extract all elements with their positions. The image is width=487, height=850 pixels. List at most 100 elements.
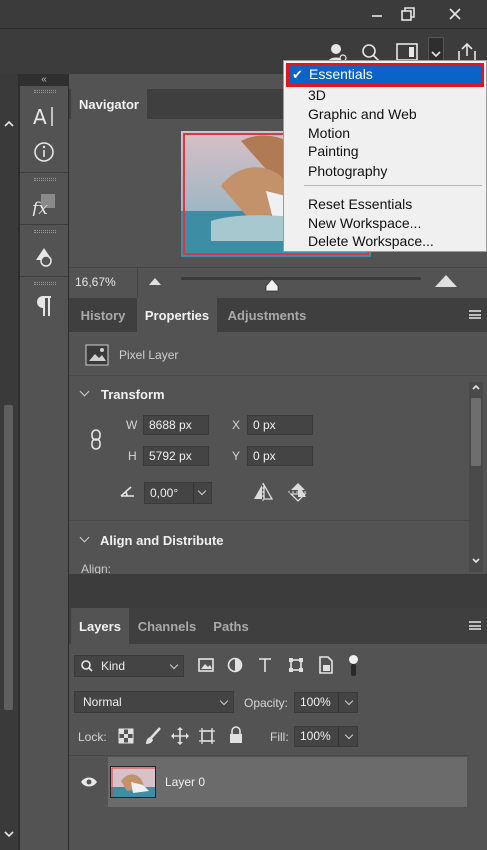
minimize-icon: [372, 15, 382, 17]
align-title[interactable]: Align and Distribute: [100, 533, 224, 548]
character-panel-button[interactable]: A: [20, 102, 68, 130]
tab-history[interactable]: History: [71, 298, 135, 332]
close-button[interactable]: [435, 0, 475, 28]
x-label: X: [232, 418, 241, 432]
filter-type-icon[interactable]: [258, 657, 272, 673]
layer-type-label: Pixel Layer: [119, 348, 179, 362]
transform-title[interactable]: Transform: [101, 387, 165, 402]
menu-item-delete-workspace[interactable]: Delete Workspace...: [308, 232, 434, 250]
fill-label: Fill:: [270, 730, 289, 744]
x-field[interactable]: 0 px: [247, 415, 313, 435]
layer-row[interactable]: Layer 0: [108, 757, 467, 807]
filter-adjustment-icon[interactable]: [227, 657, 243, 673]
zoom-value[interactable]: 16,67%: [75, 275, 116, 289]
collapse-panels-button[interactable]: «: [19, 74, 69, 86]
tab-layers[interactable]: Layers: [71, 608, 129, 644]
blend-mode-dropdown[interactable]: Normal: [74, 691, 234, 713]
panel-grip[interactable]: [34, 230, 56, 233]
character-icon: A: [33, 105, 53, 128]
chevron-down-icon[interactable]: [4, 830, 14, 838]
tab-properties[interactable]: Properties: [137, 298, 217, 332]
panel-grip[interactable]: [34, 90, 56, 93]
paragraph-panel-button[interactable]: [20, 292, 68, 320]
menu-item-painting[interactable]: Painting: [308, 142, 359, 160]
menu-item-reset-essentials[interactable]: Reset Essentials: [308, 195, 412, 213]
filter-toggle-knob: [349, 655, 358, 664]
y-field[interactable]: 0 px: [247, 446, 313, 466]
menu-separator: [304, 185, 482, 186]
panel-divider: [69, 574, 487, 608]
properties-tabbar: History Properties Adjustments: [69, 298, 487, 332]
tab-channels[interactable]: Channels: [131, 608, 203, 644]
chevron-up-icon[interactable]: [472, 384, 480, 390]
menu-item-new-workspace[interactable]: New Workspace...: [308, 214, 421, 232]
properties-panel-menu-icon[interactable]: [469, 310, 481, 319]
filter-smart-object-icon[interactable]: [318, 656, 334, 674]
angle-icon: [120, 486, 134, 497]
zoom-slider-handle[interactable]: [265, 278, 279, 292]
icon-strip: A fx: [19, 86, 69, 850]
filter-shape-icon[interactable]: [288, 657, 304, 673]
chevron-up-icon[interactable]: [4, 120, 14, 128]
lock-all-icon[interactable]: [228, 726, 244, 744]
lock-image-pixels-icon[interactable]: [144, 727, 162, 745]
properties-scrollbar[interactable]: [469, 382, 483, 572]
angle-field[interactable]: 0,00°: [144, 482, 212, 504]
workspace-dropdown-button[interactable]: [428, 37, 444, 61]
properties-scroll-thumb[interactable]: [471, 398, 481, 466]
opacity-label: Opacity:: [244, 696, 289, 710]
menu-item-motion[interactable]: Motion: [308, 124, 350, 142]
menu-item-graphic-and-web[interactable]: Graphic and Web: [308, 105, 417, 123]
close-icon: [449, 8, 461, 20]
tab-navigator[interactable]: Navigator: [71, 89, 147, 119]
chevron-down-icon: [431, 51, 441, 58]
lock-artboard-icon[interactable]: [198, 727, 216, 745]
menu-item-essentials[interactable]: ✔ Essentials: [286, 63, 484, 87]
menu-item-label: Essentials: [309, 66, 373, 82]
zoom-in-icon[interactable]: [435, 273, 457, 287]
link-icon[interactable]: [90, 429, 102, 451]
zoom-out-icon[interactable]: [149, 277, 161, 285]
tab-adjustments[interactable]: Adjustments: [219, 298, 315, 332]
opacity-value: 100%: [300, 695, 331, 709]
opacity-field[interactable]: 100%: [294, 692, 358, 713]
info-panel-button[interactable]: [20, 138, 68, 166]
menu-item-photography[interactable]: Photography: [308, 162, 387, 180]
width-field[interactable]: 8688 px: [143, 415, 209, 435]
title-bar: [0, 0, 487, 28]
chevron-down-icon[interactable]: [472, 558, 480, 564]
layers-tabbar: Layers Channels Paths: [69, 608, 487, 644]
workspace-menu: ✔ Essentials 3D Graphic and Web Motion P…: [283, 60, 487, 252]
flip-vertical-icon[interactable]: [288, 481, 308, 503]
styles-panel-button[interactable]: fx: [20, 190, 68, 218]
lock-position-icon[interactable]: [171, 727, 189, 745]
lock-transparent-pixels-icon[interactable]: [118, 728, 134, 744]
layer-filter-dropdown[interactable]: Kind: [74, 655, 184, 677]
svg-text:fx: fx: [31, 199, 48, 216]
tab-paths[interactable]: Paths: [205, 608, 257, 644]
lock-label: Lock:: [78, 730, 107, 744]
filter-toggle[interactable]: [348, 655, 358, 677]
height-field[interactable]: 5792 px: [143, 446, 209, 466]
h-label: H: [128, 449, 137, 463]
brush-preset-panel-button[interactable]: [20, 242, 68, 270]
layer-thumbnail: [110, 766, 156, 798]
menu-item-3d[interactable]: 3D: [308, 86, 326, 104]
chevron-down-icon: [344, 730, 354, 740]
w-label: W: [126, 418, 138, 432]
info-icon: [34, 142, 54, 162]
layers-panel-menu-icon[interactable]: [469, 621, 481, 630]
zoom-slider-track[interactable]: [181, 277, 421, 280]
panel-grip[interactable]: [34, 178, 56, 181]
layer-visibility-toggle[interactable]: [70, 757, 108, 807]
y-label: Y: [232, 449, 241, 463]
left-scrollbar[interactable]: [4, 405, 13, 710]
flip-horizontal-icon[interactable]: [252, 483, 274, 501]
chevron-down-icon: [219, 696, 229, 706]
fill-field[interactable]: 100%: [294, 726, 358, 747]
layer-name[interactable]: Layer 0: [165, 775, 205, 789]
restore-button[interactable]: [388, 0, 428, 28]
panel-grip[interactable]: [34, 282, 56, 285]
filter-pixel-icon[interactable]: [198, 658, 214, 672]
pixel-layer-icon: [85, 344, 109, 366]
